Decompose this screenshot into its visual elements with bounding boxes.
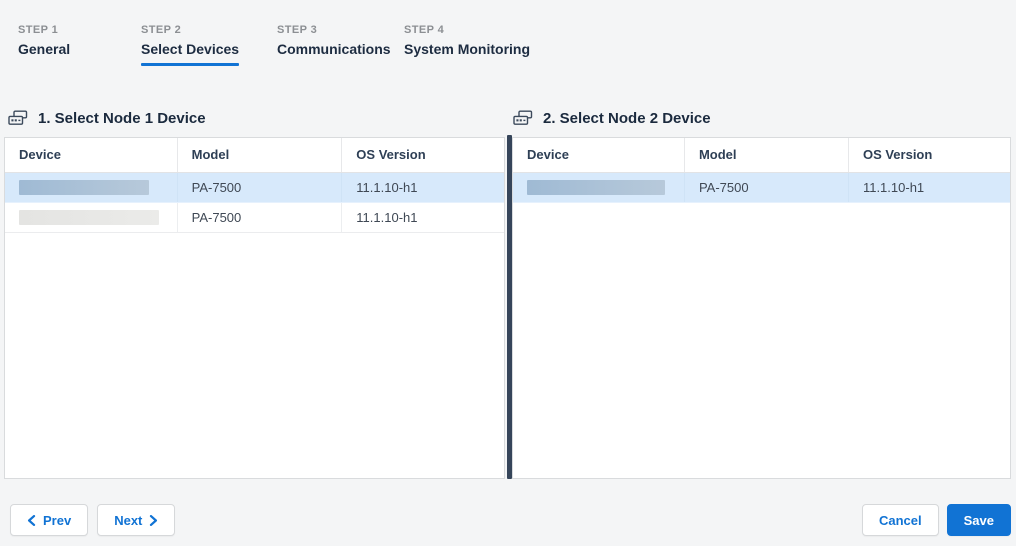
node1-panel: 1. Select Node 1 Device Device Model OS … [4,108,505,479]
redacted-device-name [19,210,159,226]
node2-device-table: Device Model OS Version PA-7500 11.1.10-… [513,138,1010,204]
model-cell: PA-7500 [177,202,343,234]
device-cell [5,202,178,234]
step-number: STEP 2 [141,24,182,36]
column-header-os-version: OS Version [848,138,1010,173]
node2-device-table-container: Device Model OS Version PA-7500 11.1.10-… [512,137,1011,479]
prev-button-label: Prev [43,512,72,528]
chevron-left-icon [27,514,36,526]
os-version-cell: 11.1.10-h1 [341,172,504,204]
save-button[interactable]: Save [946,504,1011,536]
node1-panel-title: 1. Select Node 1 Device [38,109,206,127]
step-label: System Monitoring [404,41,531,57]
column-header-os-version: OS Version [341,138,504,173]
model-cell: PA-7500 [684,172,849,204]
step-number: STEP 1 [18,24,59,36]
step-label: General [18,41,71,57]
redacted-device-name [527,180,665,196]
step-item-communications[interactable]: STEP 3 Communications [277,24,404,66]
table-row[interactable]: PA-7500 11.1.10-h1 [5,202,504,234]
step-label: Select Devices [141,41,239,66]
device-selection-panels: 1. Select Node 1 Device Device Model OS … [0,108,1016,479]
save-button-label: Save [963,512,994,528]
wizard-footer: Prev Next Cancel Save [0,504,1016,536]
next-button-label: Next [114,512,143,528]
column-header-device: Device [513,138,685,173]
table-header-row: Device Model OS Version [5,138,504,173]
table-header-row: Device Model OS Version [513,138,1010,173]
node1-device-table: Device Model OS Version PA-7500 11.1.10-… [5,138,504,234]
column-header-model: Model [177,138,343,173]
cancel-button[interactable]: Cancel [861,504,939,536]
prev-button[interactable]: Prev [10,504,89,536]
node1-panel-header: 1. Select Node 1 Device [8,108,505,128]
redacted-device-name [19,180,149,196]
node1-device-table-container: Device Model OS Version PA-7500 11.1.10-… [4,137,505,479]
nav-buttons: Prev Next [10,504,176,536]
model-cell: PA-7500 [177,172,343,204]
step-label: Communications [277,41,391,57]
step-item-select-devices[interactable]: STEP 2 Select Devices [141,24,277,66]
table-row[interactable]: PA-7500 11.1.10-h1 [5,172,504,204]
step-item-general[interactable]: STEP 1 General [18,24,141,66]
column-header-model: Model [684,138,849,173]
step-number: STEP 4 [404,24,445,36]
action-buttons: Cancel Save [861,504,1011,536]
device-icon [8,110,28,126]
node2-panel: 2. Select Node 2 Device Device Model OS … [512,108,1011,479]
step-number: STEP 3 [277,24,318,36]
cancel-button-label: Cancel [878,512,922,528]
node2-panel-header: 2. Select Node 2 Device [513,108,1011,128]
column-header-device: Device [5,138,178,173]
device-cell [513,172,685,204]
node2-panel-title: 2. Select Node 2 Device [543,109,711,127]
chevron-right-icon [149,514,158,526]
os-version-cell: 11.1.10-h1 [848,172,1010,204]
device-icon [513,110,533,126]
os-version-cell: 11.1.10-h1 [341,202,504,234]
step-wizard: STEP 1 General STEP 2 Select Devices STE… [0,0,1016,66]
device-cell [5,172,178,204]
step-item-system-monitoring[interactable]: STEP 4 System Monitoring [404,24,530,66]
table-row[interactable]: PA-7500 11.1.10-h1 [513,172,1010,204]
next-button[interactable]: Next [97,504,176,536]
